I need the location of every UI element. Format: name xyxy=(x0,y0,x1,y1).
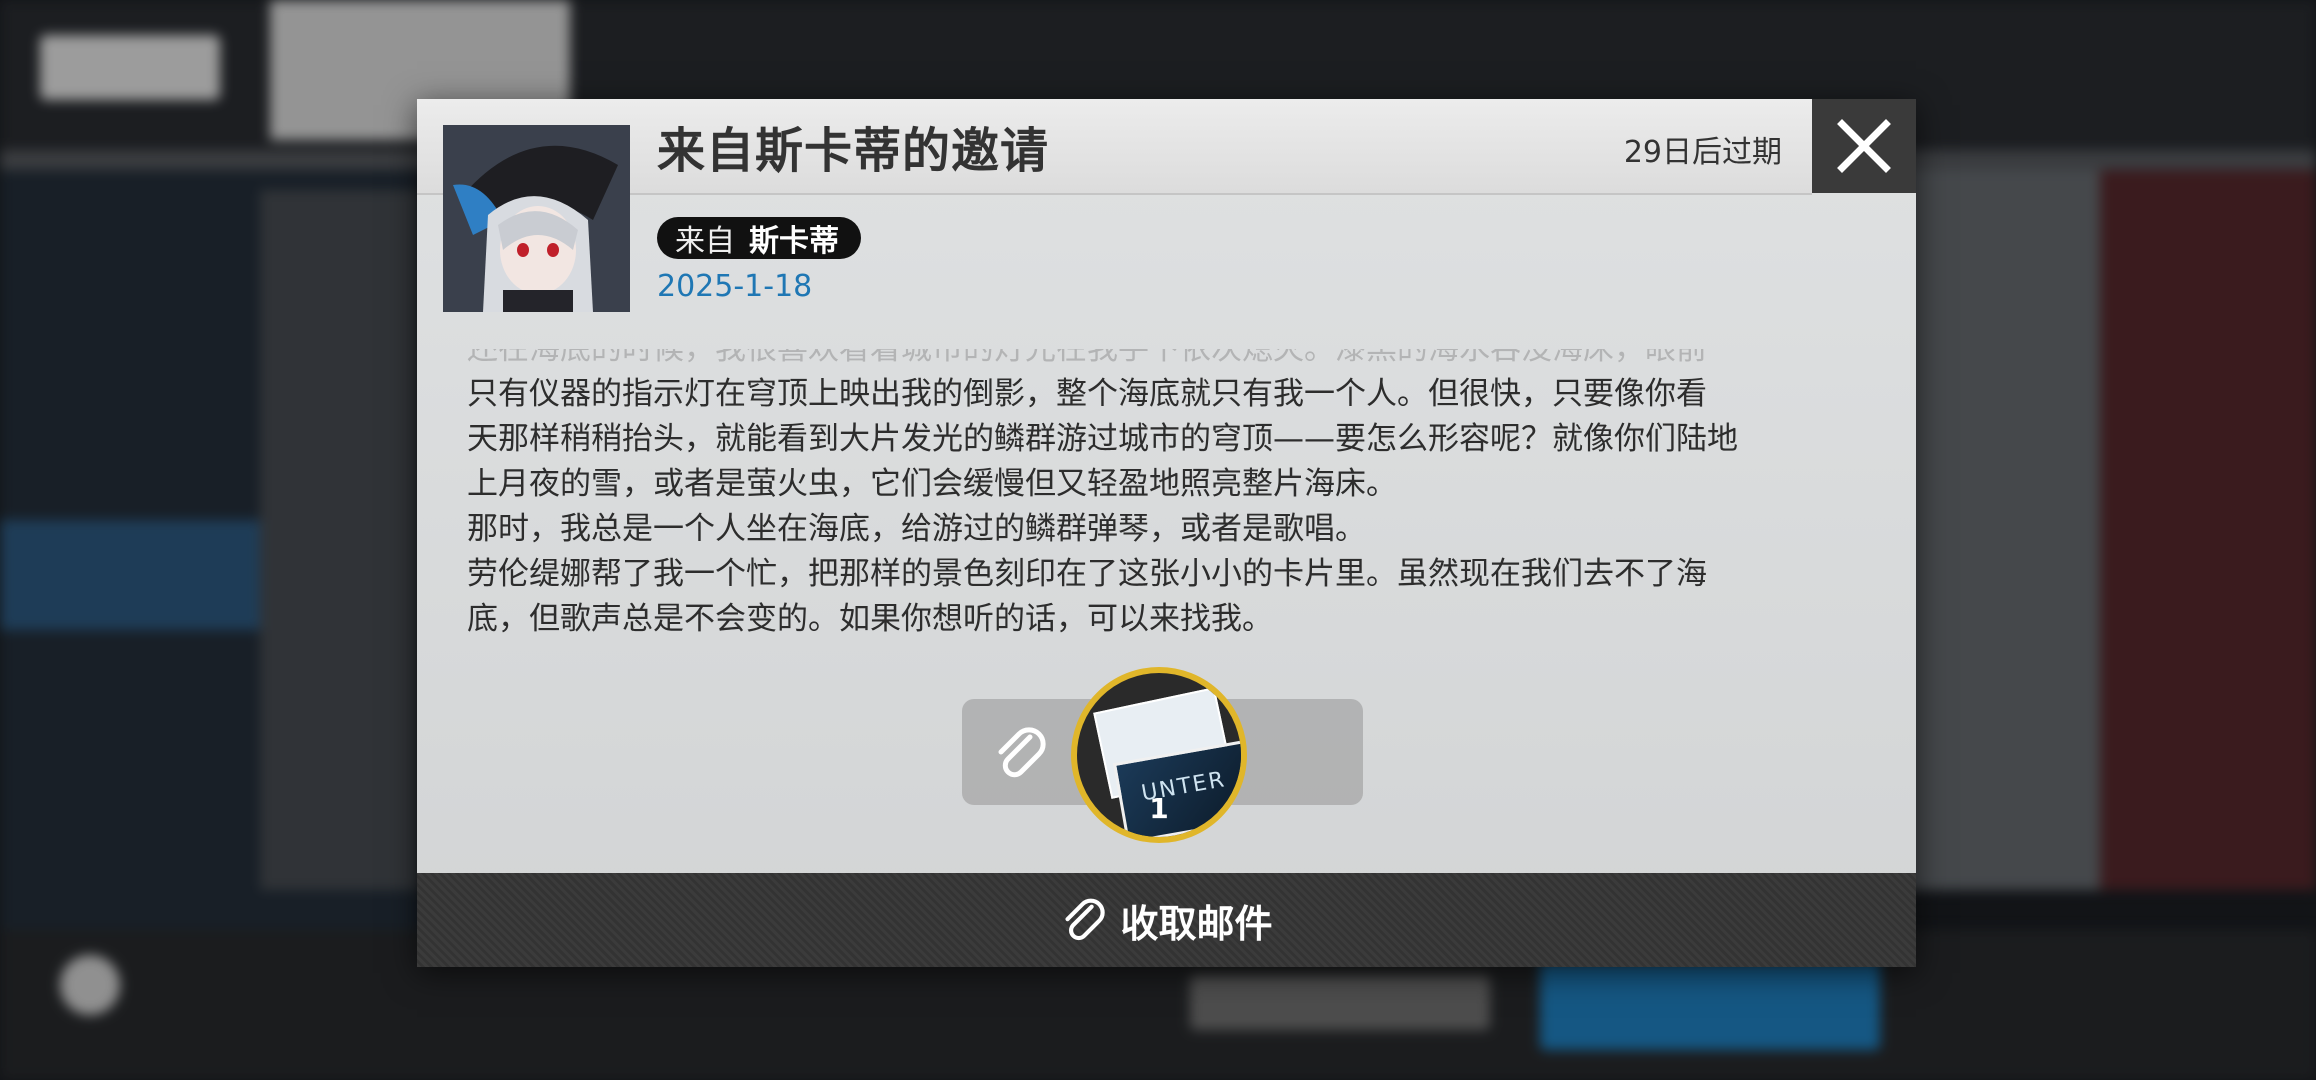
body-line: 只有仪器的指示灯在穹顶上映出我的倒影，整个海底就只有我一个人。但很快，只要像你看 xyxy=(467,376,1707,412)
sender-name: 斯卡蒂 xyxy=(749,224,839,259)
body-line: 底，但歌声总是不会变的。如果你想听的话，可以来找我。 xyxy=(467,601,1273,637)
sender-tag: 来自 斯卡蒂 xyxy=(657,217,861,259)
sender-avatar xyxy=(443,125,630,312)
mail-expiry: 29日后过期 xyxy=(1623,135,1782,170)
paperclip-icon xyxy=(998,727,1046,778)
mail-dialog: 来自斯卡蒂的邀请 29日后过期 来自 斯卡蒂 2025-1-18 还在海底的时候… xyxy=(417,99,1916,967)
body-line: 那时，我总是一个人坐在海底，给游过的鳞群弹琴，或者是歌唱。 xyxy=(467,511,1366,547)
body-line: 劳伦缇娜帮了我一个忙，把那样的景色刻印在了这张小小的卡片里。虽然现在我们去不了海 xyxy=(467,556,1707,592)
mail-date: 2025-1-18 xyxy=(657,269,813,304)
collect-mail-label: 收取邮件 xyxy=(1120,901,1273,946)
paperclip-icon xyxy=(1065,898,1106,941)
close-icon xyxy=(1837,119,1891,173)
sender-from-label: 来自 xyxy=(675,224,735,259)
attachment-count: 1 xyxy=(1149,792,1169,825)
body-line: 上月夜的雪，或者是萤火虫，它们会缓慢但又轻盈地照亮整片海床。 xyxy=(467,466,1397,502)
collect-mail-button[interactable]: 收取邮件 xyxy=(417,873,1916,967)
attachment-item[interactable]: UNTER 1 xyxy=(1071,667,1247,843)
body-line-faded: 还在海底的时候，我很喜欢看着城市的灯光在我手下依次熄灭。漆黑的海水吞没海床，眼前 xyxy=(467,349,1707,367)
body-line: 天那样稍稍抬头，就能看到大片发光的鳞群游过城市的穹顶——要怎么形容呢？就像你们陆… xyxy=(467,421,1738,457)
close-button[interactable] xyxy=(1812,99,1916,193)
mail-title: 来自斯卡蒂的邀请 xyxy=(657,123,1050,179)
